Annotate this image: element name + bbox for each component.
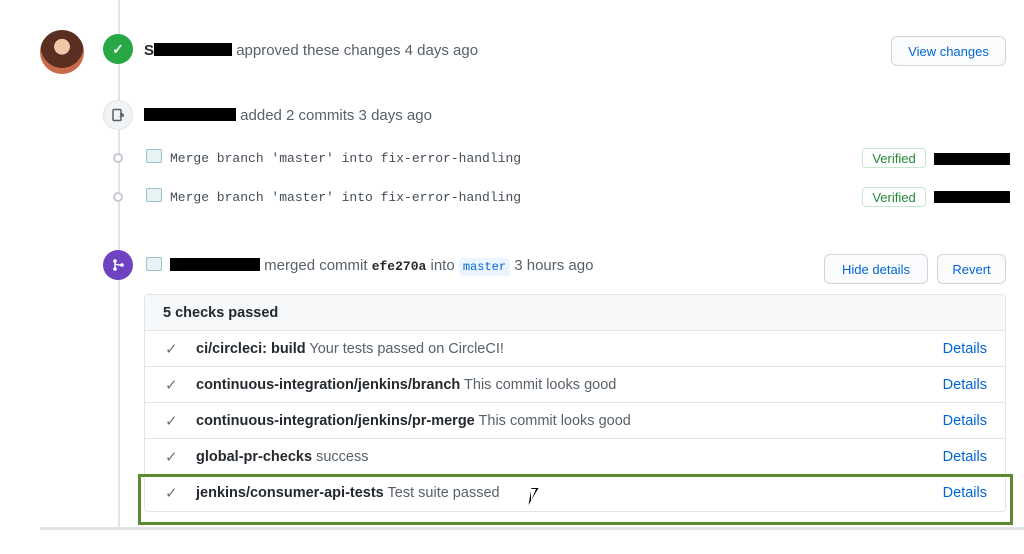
commits-added-text: added 2 commits 3 days ago (144, 107, 432, 124)
check-name: ci/circleci: build (196, 340, 306, 357)
redacted-username (170, 258, 260, 271)
commit-message[interactable]: Merge branch 'master' into fix-error-han… (170, 190, 521, 205)
merge-icon (103, 250, 133, 280)
check-icon: ✓ (165, 340, 178, 358)
commit-author-avatar-icon[interactable] (146, 149, 162, 163)
commit-message[interactable]: Merge branch 'master' into fix-error-han… (170, 151, 521, 166)
details-link[interactable]: Details (943, 413, 987, 429)
check-description: Your tests passed on CircleCI! (309, 340, 504, 357)
details-link[interactable]: Details (943, 449, 987, 465)
commit-author-avatar-icon[interactable] (146, 188, 162, 202)
check-row: ✓ global-pr-checks success Details (145, 439, 1005, 475)
redacted-sha (934, 153, 1010, 165)
details-link[interactable]: Details (943, 341, 987, 357)
check-name: global-pr-checks (196, 448, 313, 465)
check-row: ✓ continuous-integration/jenkins/pr-merg… (145, 403, 1005, 439)
branch-name[interactable]: master (458, 258, 511, 276)
hide-details-button[interactable]: Hide details (824, 254, 928, 284)
check-description: This commit looks good (478, 412, 631, 429)
check-icon: ✓ (165, 412, 178, 430)
check-description: This commit looks good (464, 376, 617, 393)
redacted-username (144, 108, 236, 121)
check-row: ✓ continuous-integration/jenkins/branch … (145, 367, 1005, 403)
check-name: continuous-integration/jenkins/branch (196, 376, 461, 393)
username[interactable]: S (144, 42, 154, 59)
details-link[interactable]: Details (943, 377, 987, 393)
verified-badge[interactable]: Verified (862, 187, 926, 207)
mouse-cursor-fill (531, 489, 536, 501)
highlight-box (138, 474, 1013, 525)
check-icon: ✓ (103, 34, 133, 64)
divider (40, 527, 1024, 530)
commit-dot (113, 153, 123, 163)
check-icon: ✓ (165, 376, 178, 394)
commit-dot (113, 192, 123, 202)
check-name: continuous-integration/jenkins/pr-merge (196, 412, 475, 429)
push-icon (103, 100, 133, 130)
commit-sha-link[interactable]: efe270a (372, 259, 427, 274)
approval-text: S approved these changes 4 days ago (144, 42, 479, 59)
check-icon: ✓ (165, 448, 178, 466)
checks-header: 5 checks passed (145, 295, 1005, 331)
redacted-username (154, 43, 233, 56)
revert-button[interactable]: Revert (937, 254, 1006, 284)
redacted-sha (934, 191, 1010, 203)
merger-avatar-icon[interactable] (146, 257, 162, 271)
merge-text: merged commit efe270a into master 3 hour… (170, 257, 593, 276)
check-row: ✓ ci/circleci: build Your tests passed o… (145, 331, 1005, 367)
view-changes-button[interactable]: View changes (891, 36, 1006, 66)
avatar[interactable] (40, 30, 84, 74)
check-description: success (316, 448, 369, 465)
verified-badge[interactable]: Verified (862, 148, 926, 168)
